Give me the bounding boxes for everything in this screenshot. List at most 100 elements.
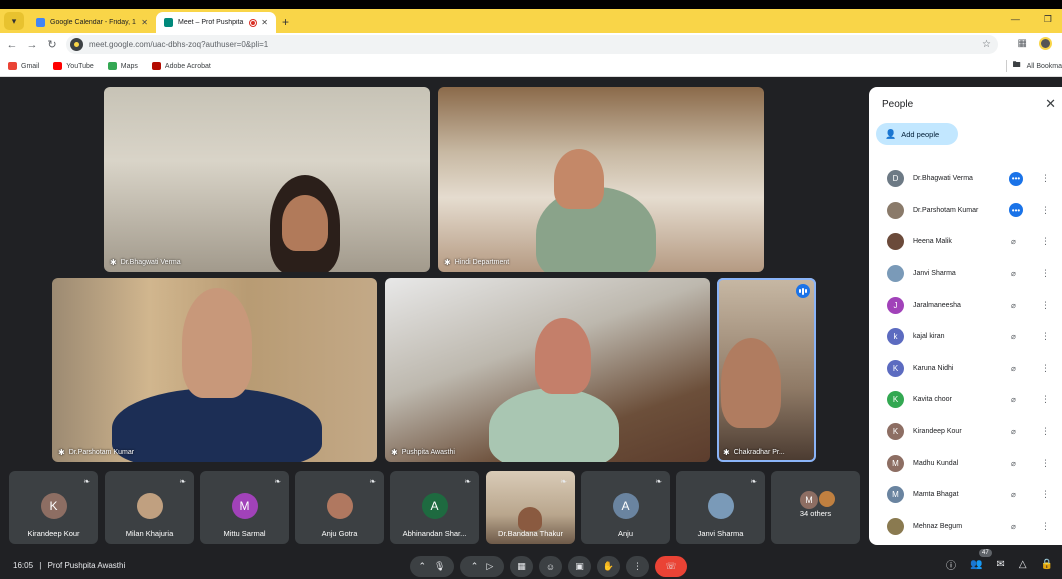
participant-row[interactable]: Heena Malik ⌀ ⋮: [869, 226, 1062, 258]
video-tile[interactable]: ✱ Pushpita Awasthi: [385, 278, 710, 462]
participant-tile[interactable]: ❧ Dr.Bandana Thakur: [486, 471, 575, 544]
camera-button[interactable]: ⌃ ▷: [460, 556, 504, 577]
tab-google-calendar[interactable]: Google Calendar - Friday, 13 S... ✕: [28, 12, 156, 33]
raise-hand-button[interactable]: ✋: [597, 556, 620, 577]
participant-tile[interactable]: ❧ A Abhinandan Shar...: [390, 471, 479, 544]
captions-button[interactable]: ▦: [510, 556, 533, 577]
browser-toolbar: ← → ↻ meet.google.com/uac-dbhs-zoq?authu…: [0, 33, 1062, 56]
participant-tile[interactable]: ❧ M Mittu Sarmal: [200, 471, 289, 544]
minimize-icon[interactable]: —: [1011, 14, 1020, 25]
bookmark-youtube[interactable]: YouTube: [53, 62, 94, 70]
more-vertical-icon[interactable]: ⋮: [1041, 331, 1050, 342]
pin-icon[interactable]: ✱: [58, 448, 65, 457]
participant-row[interactable]: K Kavita choor ⌀ ⋮: [869, 384, 1062, 416]
mic-off-icon[interactable]: ⌀: [1011, 395, 1016, 404]
mic-off-icon[interactable]: ⌀: [1011, 301, 1016, 310]
video-tile[interactable]: ✱ Dr.Bhagwati Verma: [104, 87, 430, 272]
reactions-button[interactable]: ☺: [539, 556, 562, 577]
more-vertical-icon[interactable]: ⋮: [1041, 521, 1050, 532]
meeting-controls-bar: 16:05 | Prof Pushpita Awasthi ⌃ 🎙 ⌃ ▷ ▦ …: [0, 549, 1062, 579]
site-info-icon[interactable]: [70, 38, 83, 51]
mic-off-icon[interactable]: ⌀: [1011, 459, 1016, 468]
video-tile[interactable]: ✱ Hindi Department: [438, 87, 764, 272]
tab-google-meet[interactable]: Meet – Prof Pushpita Awasth... ✕: [156, 12, 276, 33]
mic-off-icon[interactable]: ⌀: [1011, 237, 1016, 246]
participant-row[interactable]: K Kirandeep Kour ⌀ ⋮: [869, 416, 1062, 448]
bookmark-label: Adobe Acrobat: [164, 62, 211, 70]
more-vertical-icon[interactable]: ⋮: [1041, 394, 1050, 405]
participant-tile[interactable]: ❧ K Kirandeep Kour: [9, 471, 98, 544]
more-vertical-icon[interactable]: ⋮: [1041, 173, 1050, 184]
microphone-button[interactable]: ⌃ 🎙: [410, 556, 454, 577]
tab-search-button[interactable]: ▾: [4, 12, 24, 30]
leave-call-button[interactable]: ☏: [655, 556, 687, 577]
mic-off-icon[interactable]: ⌀: [1011, 490, 1016, 499]
more-vertical-icon[interactable]: ⋮: [1041, 205, 1050, 216]
close-icon[interactable]: ✕: [141, 18, 148, 27]
more-vertical-icon[interactable]: ⋮: [1041, 236, 1050, 247]
present-button[interactable]: ▣: [568, 556, 591, 577]
participant-name: Anju: [617, 529, 633, 538]
all-bookmarks[interactable]: 🖿 All Bookma: [1005, 59, 1062, 73]
participant-row[interactable]: D Dr.Bhagwati Verma ••• ⋮: [869, 163, 1062, 195]
add-people-button[interactable]: 👤 Add people: [876, 123, 958, 145]
address-bar[interactable]: meet.google.com/uac-dbhs-zoq?authuser=0&…: [66, 35, 998, 54]
participant-tile[interactable]: ❧ Milan Khajuria: [105, 471, 194, 544]
participant-video-face: [182, 288, 252, 398]
chat-icon[interactable]: ✉: [996, 559, 1004, 570]
pin-icon[interactable]: ✱: [391, 448, 398, 457]
tile-label: ✱ Chakradhar Pr...: [723, 448, 785, 457]
mic-off-icon[interactable]: ⌀: [1011, 522, 1016, 531]
participant-tile[interactable]: ❧ Janvi Sharma: [676, 471, 765, 544]
participant-tile[interactable]: ❧ Anju Gotra: [295, 471, 384, 544]
participant-tile[interactable]: ❧ A Anju: [581, 471, 670, 544]
more-vertical-icon[interactable]: ⋮: [1041, 426, 1050, 437]
mic-off-icon[interactable]: ⌀: [1011, 269, 1016, 278]
hand-icon: ✋: [602, 561, 615, 571]
more-options-button[interactable]: ⋮: [626, 556, 649, 577]
mic-off-icon[interactable]: ⌀: [1011, 427, 1016, 436]
pin-icon[interactable]: ✱: [444, 258, 451, 267]
video-tile-active-speaker[interactable]: ✱ Chakradhar Pr...: [717, 278, 816, 462]
participant-row[interactable]: Dr.Parshotam Kumar ••• ⋮: [869, 195, 1062, 227]
participant-name: Kirandeep Kour: [27, 529, 80, 538]
avatar: M: [231, 493, 258, 519]
screen-top-strip: [0, 0, 1062, 9]
pin-icon[interactable]: ✱: [110, 258, 117, 267]
more-vertical-icon[interactable]: ⋮: [1041, 458, 1050, 469]
mic-off-icon[interactable]: ⌀: [1011, 364, 1016, 373]
info-icon[interactable]: ⓘ: [946, 557, 956, 572]
more-vertical-icon[interactable]: ⋮: [1041, 268, 1050, 279]
activities-icon[interactable]: △: [1019, 559, 1027, 570]
participant-row[interactable]: k kajal kiran ⌀ ⋮: [869, 321, 1062, 353]
participant-row[interactable]: J Jaralmaneesha ⌀ ⋮: [869, 289, 1062, 321]
video-tile[interactable]: ✱ Dr.Parshotam Kumar: [52, 278, 377, 462]
extensions-icon[interactable]: ▦: [1018, 38, 1027, 49]
new-tab-button[interactable]: +: [282, 15, 289, 29]
people-icon[interactable]: 👥: [970, 559, 982, 570]
bookmark-adobe-acrobat[interactable]: Adobe Acrobat: [151, 62, 211, 70]
pin-icon[interactable]: ✱: [723, 448, 730, 457]
others-tile[interactable]: M 34 others: [771, 471, 860, 544]
star-icon[interactable]: ☆: [982, 39, 991, 50]
close-icon[interactable]: ✕: [1045, 96, 1056, 112]
mic-off-icon[interactable]: ⌀: [1011, 332, 1016, 341]
close-icon[interactable]: ✕: [261, 18, 268, 27]
participant-row[interactable]: K Karuna Nidhi ⌀ ⋮: [869, 353, 1062, 385]
forward-icon[interactable]: →: [22, 39, 42, 51]
participant-row[interactable]: M Mamta Bhagat ⌀ ⋮: [869, 479, 1062, 511]
participant-row[interactable]: M Madhu Kundal ⌀ ⋮: [869, 447, 1062, 479]
restore-icon[interactable]: ❐: [1044, 14, 1052, 25]
back-icon[interactable]: ←: [2, 39, 22, 51]
reload-icon[interactable]: ↻: [42, 38, 62, 51]
bookmark-maps[interactable]: Maps: [107, 62, 138, 70]
more-vertical-icon[interactable]: ⋮: [1041, 300, 1050, 311]
more-vertical-icon[interactable]: ⋮: [1041, 363, 1050, 374]
participant-row[interactable]: Mehnaz Begum ⌀ ⋮: [869, 511, 1062, 543]
lock-icon[interactable]: 🔒: [1041, 559, 1053, 570]
bookmark-gmail[interactable]: Gmail: [8, 62, 39, 70]
profile-avatar[interactable]: [1039, 37, 1052, 50]
more-vertical-icon[interactable]: ⋮: [1041, 489, 1050, 500]
panel-title: People: [882, 99, 914, 110]
participant-row[interactable]: Janvi Sharma ⌀ ⋮: [869, 258, 1062, 290]
